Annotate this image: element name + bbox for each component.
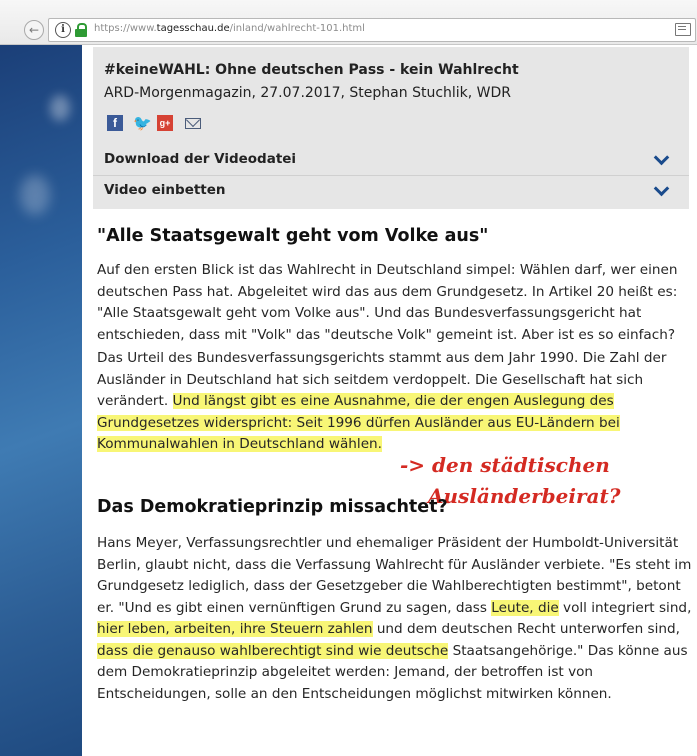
- chevron-down-icon: [653, 180, 670, 197]
- url-prefix: https://www.: [94, 23, 157, 34]
- highlighted-text: hier leben, arbeiten, ihre Steuern zahle…: [97, 621, 373, 637]
- back-button[interactable]: ←: [24, 20, 44, 40]
- highlighted-text: dass die genauso wahlberechtigt sind wie…: [97, 642, 449, 659]
- info-icon[interactable]: i: [55, 22, 71, 38]
- mail-icon[interactable]: [185, 118, 201, 129]
- browser-toolbar: ← i https://www.tagesschau.de/inland/wah…: [0, 0, 697, 45]
- page-background-image: [0, 45, 82, 756]
- video-meta: ARD-Morgenmagazin, 27.07.2017, Stephan S…: [104, 85, 512, 101]
- lock-icon[interactable]: [75, 23, 87, 37]
- download-video-label: Download der Videodatei: [104, 151, 297, 167]
- url-path: /inland/wahlrecht-101.html: [229, 23, 365, 34]
- highlighted-text: Leute, die: [491, 599, 559, 616]
- reader-view-icon[interactable]: [675, 23, 691, 36]
- address-bar[interactable]: i https://www.tagesschau.de/inland/wahlr…: [48, 18, 696, 42]
- video-info-box: #keineWAHL: Ohne deutschen Pass - kein W…: [93, 47, 689, 209]
- facebook-icon[interactable]: f: [107, 115, 123, 131]
- handwritten-annotation: -> den städtischen: [400, 453, 610, 477]
- download-video-toggle[interactable]: Download der Videodatei: [93, 145, 689, 173]
- googleplus-icon[interactable]: g+: [157, 115, 173, 131]
- embed-video-toggle[interactable]: Video einbetten: [93, 175, 689, 204]
- chevron-down-icon: [653, 149, 670, 166]
- section-heading: Das Demokratieprinzip missachtet?: [97, 497, 448, 517]
- article-paragraph: Hans Meyer, Verfassungsrechtler und ehem…: [97, 533, 693, 705]
- section-heading: "Alle Staatsgewalt geht vom Volke aus": [97, 226, 489, 246]
- embed-video-label: Video einbetten: [104, 182, 226, 198]
- url-text[interactable]: https://www.tagesschau.de/inland/wahlrec…: [94, 23, 365, 34]
- handwritten-annotation: Ausländerbeirat?: [428, 484, 621, 508]
- article-paragraph: Das Urteil des Bundesverfassungsgerichts…: [97, 348, 693, 456]
- paragraph-text: und dem deutschen Recht unterworfen sind…: [372, 621, 680, 637]
- article-paragraph: Auf den ersten Blick ist das Wahlrecht i…: [97, 262, 678, 343]
- url-host: tagesschau.de: [156, 23, 230, 34]
- twitter-icon[interactable]: 🐦: [133, 115, 152, 131]
- highlighted-text: Und längst gibt es eine Ausnahme, die de…: [97, 393, 620, 452]
- video-title: #keineWAHL: Ohne deutschen Pass - kein W…: [104, 62, 519, 78]
- paragraph-text: voll integriert sind,: [558, 599, 692, 616]
